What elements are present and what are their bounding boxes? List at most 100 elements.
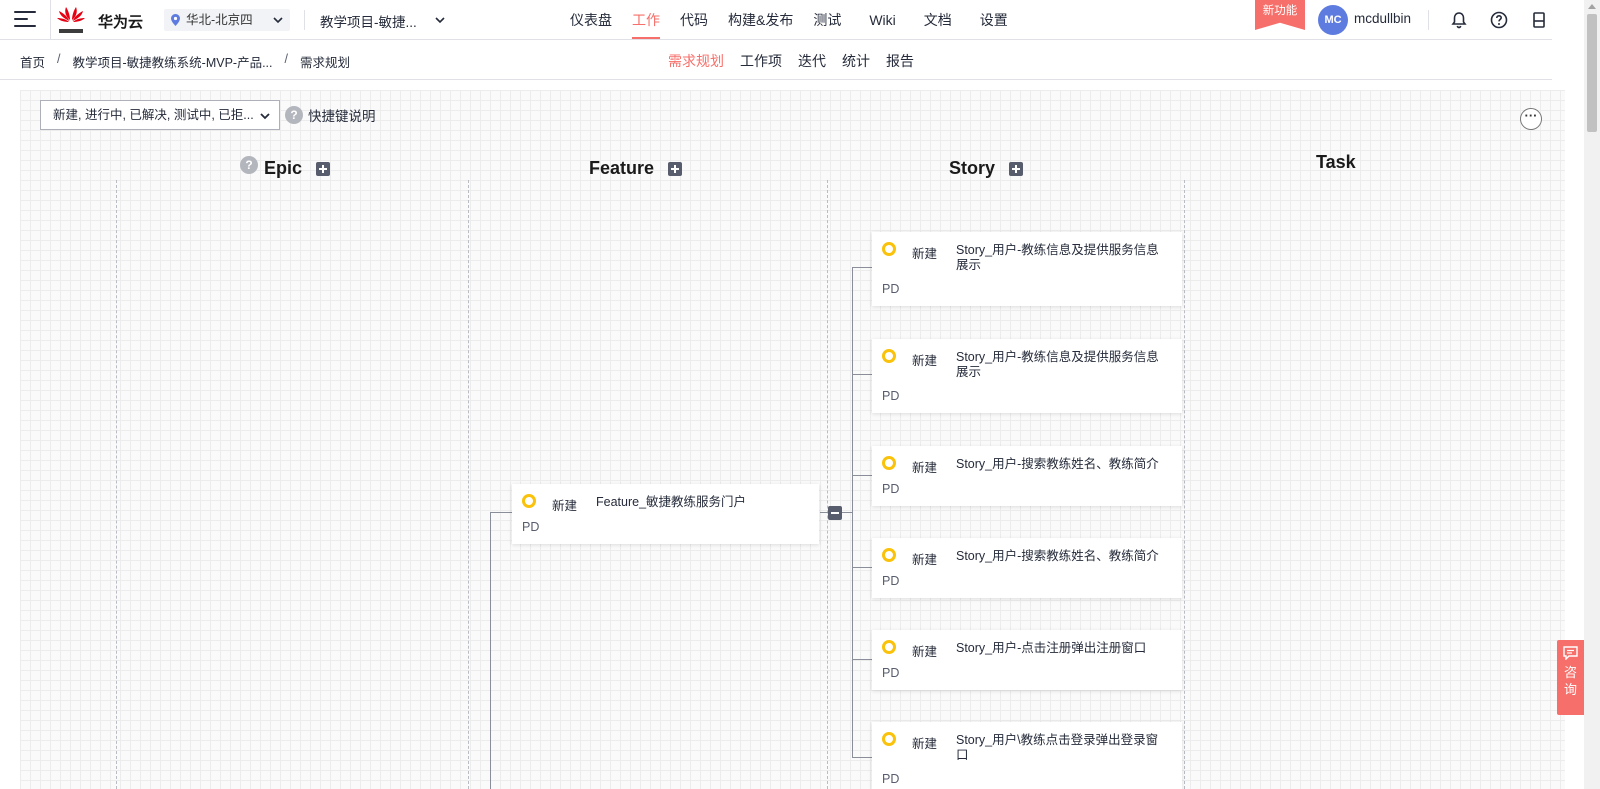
breadcrumb-separator: /: [284, 52, 288, 66]
region-label: 华北-北京四: [186, 13, 253, 27]
tab-work-items[interactable]: 工作项: [740, 51, 782, 71]
story-card[interactable]: 新建 Story_用户-教练信息及提供服务信息展示 PD: [872, 232, 1182, 306]
tree-connector: [852, 267, 853, 757]
tree-connector: [852, 659, 872, 660]
tree-connector: [820, 512, 828, 513]
status-ring-icon: [882, 242, 896, 256]
column-title-story: Story: [949, 158, 996, 178]
card-title: Feature_敏捷教练服务门户: [596, 495, 747, 509]
card-owner: PD: [882, 666, 900, 680]
project-label: 教学项目-敏捷...: [320, 15, 417, 30]
username[interactable]: mcdullbin: [1354, 11, 1411, 26]
card-owner: PD: [882, 574, 900, 588]
card-title: Story_用户-搜索教练姓名、教练简介: [956, 457, 1159, 471]
location-pin-icon: [171, 14, 180, 26]
add-feature-button[interactable]: [668, 161, 683, 176]
hamburger-menu-icon[interactable]: [14, 11, 36, 29]
breadcrumb-project[interactable]: 教学项目-敏捷教练系统-MVP-产品...: [73, 52, 273, 71]
nav-settings[interactable]: 设置: [980, 0, 1008, 40]
region-selector[interactable]: 华北-北京四: [164, 9, 290, 31]
sub-tabs: 需求规划 工作项 迭代 统计 报告: [668, 51, 930, 71]
nav-build-release[interactable]: 构建&发布: [728, 0, 793, 40]
breadcrumb-home[interactable]: 首页: [20, 52, 45, 71]
column-divider: [1184, 180, 1185, 789]
tree-connector: [852, 374, 872, 375]
shortcut-help-label: 快捷键说明: [308, 109, 376, 124]
tab-iterations[interactable]: 迭代: [798, 51, 826, 71]
column-header-story: Story: [949, 158, 1024, 179]
add-story-button[interactable]: [1009, 161, 1024, 176]
new-feature-badge[interactable]: 新功能: [1255, 0, 1305, 30]
story-card[interactable]: 新建 Story_用户-教练信息及提供服务信息展示 PD: [872, 339, 1182, 413]
column-header-feature: Feature: [589, 158, 683, 179]
nav-work[interactable]: 工作: [632, 0, 660, 40]
breadcrumb: 首页 / 教学项目-敏捷教练系统-MVP-产品... / 需求规划: [20, 52, 362, 71]
breadcrumb-separator: /: [57, 52, 61, 66]
story-card[interactable]: 新建 Story_用户-搜索教练姓名、教练简介 PD: [872, 446, 1182, 506]
status-ring-icon: [882, 349, 896, 363]
card-title: Story_用户-教练信息及提供服务信息展示: [956, 350, 1159, 379]
column-title-task: Task: [1316, 152, 1356, 172]
status-ring-icon: [882, 640, 896, 654]
column-divider: [827, 180, 828, 789]
status-ring-icon: [882, 732, 896, 746]
divider: [1428, 10, 1429, 30]
story-card[interactable]: 新建 Story_用户-点击注册弹出注册窗口 PD: [872, 630, 1182, 690]
card-owner: PD: [882, 482, 900, 496]
card-owner: PD: [882, 772, 900, 786]
tree-connector: [852, 475, 872, 476]
add-epic-button[interactable]: [316, 161, 331, 176]
sub-navigation-bar: 首页 / 教学项目-敏捷教练系统-MVP-产品... / 需求规划 需求规划 工…: [0, 40, 1552, 80]
planning-board-canvas: [20, 90, 1565, 789]
nav-docs[interactable]: 文档: [924, 0, 952, 40]
help-icon[interactable]: [1489, 10, 1509, 30]
more-options-button[interactable]: ···: [1520, 108, 1542, 130]
story-card[interactable]: 新建 Story_用户-搜索教练姓名、教练简介 PD: [872, 538, 1182, 598]
card-status: 新建: [912, 354, 938, 368]
divider: [50, 0, 51, 40]
nav-code[interactable]: 代码: [680, 0, 708, 40]
nav-dashboard[interactable]: 仪表盘: [570, 0, 612, 40]
tree-connector: [852, 267, 872, 268]
card-status: 新建: [912, 247, 938, 261]
tab-reports[interactable]: 报告: [886, 51, 914, 71]
tree-connector: [852, 567, 872, 568]
device-icon[interactable]: [1529, 10, 1549, 30]
scrollbar-thumb[interactable]: [1587, 14, 1597, 132]
story-card[interactable]: 新建 Story_用户\教练点击登录弹出登录窗口 PD: [872, 722, 1182, 789]
status-ring-icon: [882, 548, 896, 562]
card-title: Story_用户-搜索教练姓名、教练简介: [956, 549, 1159, 563]
project-selector[interactable]: 教学项目-敏捷...: [320, 11, 445, 31]
tab-statistics[interactable]: 统计: [842, 51, 870, 71]
column-title-feature: Feature: [589, 158, 655, 178]
tree-connector: [490, 512, 491, 789]
card-status: 新建: [912, 461, 938, 475]
avatar[interactable]: MC: [1318, 5, 1348, 35]
consult-label-2: 询: [1563, 682, 1577, 697]
top-navigation-bar: 华为云 华北-北京四 教学项目-敏捷... 仪表盘 工作 代码 构建&发布 测试…: [0, 0, 1552, 40]
column-header-epic: ? Epic: [240, 155, 331, 179]
card-status: 新建: [912, 737, 938, 751]
card-status: 新建: [552, 499, 578, 513]
question-mark-icon: ?: [285, 106, 303, 124]
status-filter-dropdown[interactable]: 新建, 进行中, 已解决, 测试中, 已拒...: [40, 100, 280, 130]
status-filter-value: 新建, 进行中, 已解决, 测试中, 已拒...: [53, 108, 254, 122]
scroll-up-arrow-icon[interactable]: [1588, 4, 1596, 9]
chevron-down-icon: [260, 113, 270, 120]
shortcut-help[interactable]: ? 快捷键说明: [285, 105, 376, 125]
nav-test[interactable]: 测试: [813, 0, 841, 40]
card-title: Story_用户-点击注册弹出注册窗口: [956, 641, 1147, 655]
nav-wiki[interactable]: Wiki: [869, 0, 895, 40]
question-mark-icon[interactable]: ?: [240, 155, 258, 174]
tab-requirement-planning[interactable]: 需求规划: [668, 51, 724, 71]
consult-button[interactable]: 咨 询: [1557, 640, 1584, 715]
column-divider: [468, 180, 469, 789]
chevron-down-icon: [273, 17, 283, 24]
card-owner: PD: [522, 520, 540, 534]
feature-card[interactable]: 新建 Feature_敏捷教练服务门户 PD: [512, 484, 819, 544]
tree-connector: [852, 757, 872, 758]
page-scrollbar[interactable]: [1584, 0, 1600, 789]
status-ring-icon: [882, 456, 896, 470]
status-ring-icon: [522, 494, 536, 508]
bell-icon[interactable]: [1449, 10, 1469, 30]
